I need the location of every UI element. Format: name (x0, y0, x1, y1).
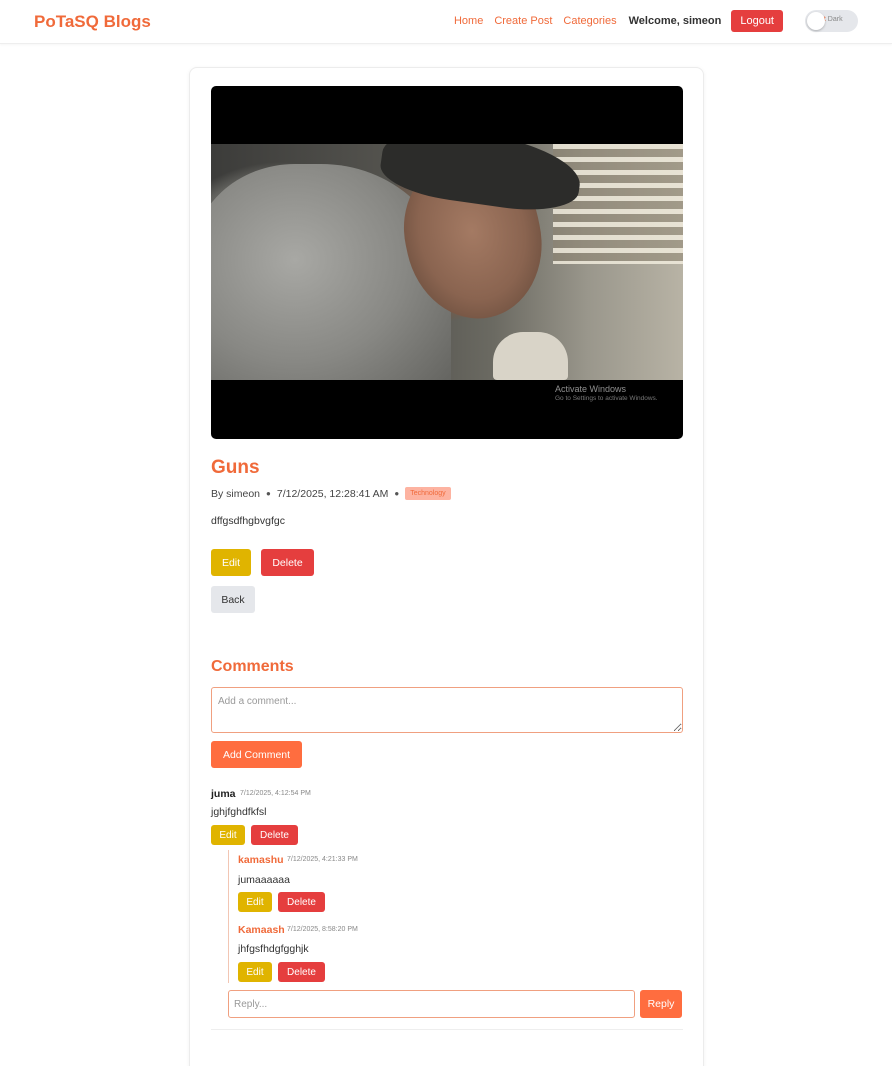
comment-author: juma (211, 788, 236, 800)
meta-separator-dot: ● (266, 489, 271, 498)
watermark-title: Activate Windows (555, 384, 627, 394)
comments-heading: Comments (211, 658, 294, 675)
theme-dark-label: Dark (827, 16, 843, 23)
welcome-text: Welcome, simeon (628, 15, 722, 27)
comment-input[interactable] (211, 687, 683, 733)
post-photo (211, 144, 683, 380)
theme-toggle[interactable]: ht Dark (805, 10, 858, 32)
nav-home-link[interactable]: Home (454, 15, 483, 27)
post-meta: By simeon ● 7/12/2025, 12:28:41 AM ● Tec… (211, 487, 451, 500)
category-badge[interactable]: Technology (405, 487, 451, 500)
photo-window-blinds (553, 144, 683, 264)
photo-toilet-roll (493, 332, 568, 380)
reply-author: kamashu (238, 854, 284, 866)
back-button[interactable]: Back (211, 586, 255, 613)
brand-logo[interactable]: PoTaSQ Blogs (34, 12, 151, 32)
comment-timestamp: 7/12/2025, 4:12:54 PM (240, 790, 311, 797)
logout-button[interactable]: Logout (731, 10, 783, 32)
reply-timestamp: 7/12/2025, 8:58:20 PM (287, 926, 358, 933)
post-image: Activate Windows Go to Settings to activ… (211, 86, 683, 439)
add-comment-button[interactable]: Add Comment (211, 741, 302, 768)
nav-categories-link[interactable]: Categories (563, 15, 616, 27)
post-card: Activate Windows Go to Settings to activ… (189, 67, 704, 1066)
edit-reply-button[interactable]: Edit (238, 892, 272, 912)
delete-post-button[interactable]: Delete (261, 549, 314, 576)
edit-reply-button[interactable]: Edit (238, 962, 272, 982)
reply-timestamp: 7/12/2025, 4:21:33 PM (287, 856, 358, 863)
delete-comment-button[interactable]: Delete (251, 825, 298, 845)
delete-reply-button[interactable]: Delete (278, 962, 325, 982)
reply-input[interactable] (228, 990, 635, 1018)
comment-text: jghjfghdfkfsl (211, 806, 267, 818)
post-body: dffgsdfhgbvgfgc (211, 515, 285, 527)
toggle-knob (807, 12, 825, 30)
edit-post-button[interactable]: Edit (211, 549, 251, 576)
reply-author: Kamaash (238, 924, 285, 936)
edit-comment-button[interactable]: Edit (211, 825, 245, 845)
reply-thread-line (228, 850, 229, 983)
navbar: PoTaSQ Blogs Home Create Post Categories… (0, 0, 892, 44)
reply-text: jhfgsfhdgfgghjk (238, 943, 309, 955)
delete-reply-button[interactable]: Delete (278, 892, 325, 912)
watermark-subtitle: Go to Settings to activate Windows. (555, 395, 658, 402)
meta-separator-dot: ● (394, 489, 400, 498)
reply-button[interactable]: Reply (640, 990, 682, 1018)
reply-text: jumaaaaaa (238, 874, 290, 886)
comment-divider (211, 1029, 683, 1030)
post-title: Guns (211, 457, 260, 478)
post-author: By simeon (211, 487, 261, 500)
nav-links: Home Create Post Categories Welcome, sim… (454, 10, 858, 32)
post-timestamp: 7/12/2025, 12:28:41 AM (276, 487, 389, 500)
nav-create-post-link[interactable]: Create Post (494, 15, 552, 27)
windows-watermark: Activate Windows Go to Settings to activ… (555, 384, 658, 404)
